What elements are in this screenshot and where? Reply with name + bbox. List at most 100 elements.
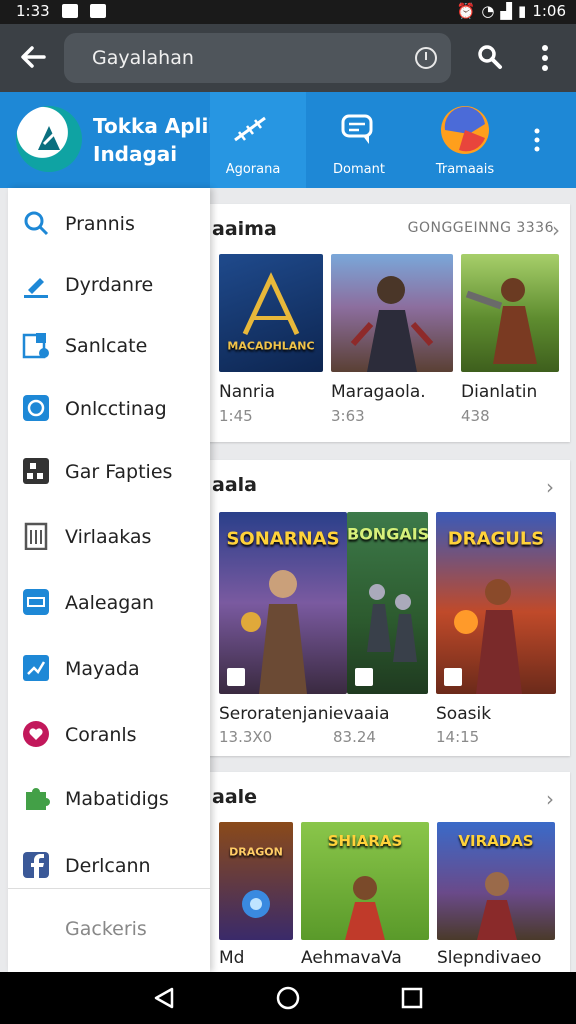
search-bar[interactable] [64, 33, 451, 83]
game-name[interactable]: Md [219, 948, 244, 968]
drawer-item-label: Gar Fapties [65, 461, 173, 483]
more-options-icon[interactable] [533, 128, 541, 152]
heart-icon [23, 721, 49, 747]
drawer-item-mayada[interactable]: Mayada [8, 638, 210, 698]
search-icon [24, 211, 49, 236]
hero-art-icon [465, 278, 537, 364]
chat-icon [341, 114, 373, 144]
game-tile[interactable]: BONGAIS [347, 512, 428, 694]
circle-badge-icon [23, 395, 49, 421]
tile-title: MACADHLANC [227, 339, 315, 353]
drawer-item-label: Aaleagan [65, 592, 154, 614]
game-size: 83.24 [333, 728, 376, 746]
game-tile[interactable]: MACADHLANC [219, 254, 323, 372]
back-triangle-icon[interactable] [152, 986, 176, 1010]
emblem-icon [242, 272, 300, 336]
drawer-item-coranls[interactable]: Coranls [8, 704, 210, 764]
drawer-item-label: Mayada [65, 658, 140, 680]
device-icon [22, 333, 49, 359]
search-input[interactable] [92, 46, 392, 70]
game-name[interactable]: Dianlatin [461, 382, 537, 402]
drawer-footer-item[interactable]: Gackeris [65, 918, 147, 940]
system-nav-bar [0, 972, 576, 1024]
game-tile[interactable]: SONARNAS [219, 512, 347, 694]
warrior-art-icon [350, 276, 434, 372]
drawer-item-sanlcate[interactable]: Sanlcate [8, 315, 210, 375]
game-name[interactable]: Slepndivaeo [437, 948, 541, 968]
puzzle-icon [26, 788, 50, 810]
more-options-icon[interactable] [540, 44, 550, 72]
drawer-item-aaleagan[interactable]: Aaleagan [8, 572, 210, 632]
tab-label: Agorana [225, 162, 281, 177]
game-size: 3:63 [331, 407, 365, 425]
drawer-item-label: Sanlcate [65, 335, 148, 357]
document-icon [24, 522, 48, 550]
chevron-right-icon[interactable]: › [552, 218, 560, 242]
game-tile[interactable]: DRAGON [219, 822, 293, 940]
game-name[interactable]: AehmavaVa [301, 948, 402, 968]
game-tile[interactable]: DRAGULS [436, 512, 556, 694]
history-icon[interactable] [415, 47, 437, 69]
game-size: 13.3X0 [219, 728, 273, 746]
game-name[interactable]: Seroratenjani [219, 704, 333, 724]
tab-tramaais[interactable]: Tramaais [410, 92, 520, 188]
battery-icon: ▮ [518, 2, 527, 20]
tile-title: SHIARAS [327, 831, 403, 850]
game-size: 438 [461, 407, 490, 425]
drawer-item-label: Onlcctinag [65, 398, 167, 420]
tile-title: SONARNAS [226, 528, 340, 550]
back-arrow-icon[interactable] [16, 40, 50, 74]
drawer-item-virlaakas[interactable]: Virlaakas [8, 506, 210, 566]
see-more-link[interactable]: GONGGEINNG 3336 [408, 220, 554, 236]
tab-domant[interactable]: Domant [304, 92, 414, 188]
chevron-right-icon[interactable]: › [546, 475, 554, 499]
game-size: 14:15 [436, 728, 480, 746]
signal-icon: ▟ [500, 2, 513, 20]
section-title: aala [212, 474, 257, 496]
drawer-item-onlcctinag[interactable]: Onlcctinag [8, 378, 210, 438]
section-title: aale [212, 786, 258, 808]
orb-art-icon [242, 890, 270, 918]
drawer-item-label: Mabatidigs [65, 788, 169, 810]
app-header: Tokka Aplikasi Indagai Agorana Domant Tr… [0, 92, 576, 188]
game-section: aala › SONARNAS BONGAIS DRAGULS Serorate… [200, 460, 570, 756]
recents-square-icon[interactable] [400, 986, 424, 1010]
alarm-icon: ⏰ [456, 2, 476, 20]
game-name[interactable]: Maragaola. [331, 382, 426, 402]
game-name[interactable]: Nanria [219, 382, 275, 402]
game-section: aaima GONGGEINNG 3336 › MACADHLANC Nanri… [200, 204, 570, 442]
chart-icon [23, 655, 49, 681]
chevron-right-icon[interactable]: › [546, 787, 554, 811]
drawer-item-derlcann[interactable]: Derlcann [8, 835, 210, 895]
status-bar: 1:33 ⏰ ◔ ▟ ▮ 1:06 [0, 0, 576, 24]
section-title: aaima [212, 218, 277, 240]
tab-label: Tramaais [435, 162, 495, 177]
publisher-badge [355, 668, 373, 686]
search-icon[interactable] [477, 44, 503, 70]
logo-emblem-icon [38, 126, 60, 150]
tab-agorana[interactable]: Agorana [198, 92, 308, 188]
edit-icon [24, 278, 48, 298]
grid-icon [23, 458, 49, 484]
status-time-right: 1:06 [532, 2, 566, 20]
drawer-item-mabatidigs[interactable]: Mabatidigs [8, 768, 210, 828]
tab-label: Domant [333, 162, 385, 177]
drawer-item-prannis[interactable]: Prannis [8, 193, 210, 253]
navigation-drawer: Prannis Dyrdanre Sanlcate Onlcctinag Gar… [8, 188, 210, 972]
drawer-item-gar-fapties[interactable]: Gar Fapties [8, 441, 210, 501]
game-tile[interactable]: SHIARAS [301, 822, 429, 940]
tile-title: VIRADAS [458, 831, 534, 850]
game-tile[interactable]: VIRADAS [437, 822, 555, 940]
game-name[interactable]: Soasik [436, 704, 491, 724]
game-name[interactable]: evaaia [333, 704, 390, 724]
game-tile[interactable] [331, 254, 453, 372]
game-size: 1:45 [219, 407, 253, 425]
drawer-item-label: Dyrdanre [65, 274, 154, 296]
facebook-icon [23, 852, 49, 878]
game-tile[interactable] [461, 254, 559, 372]
home-circle-icon[interactable] [276, 986, 300, 1010]
drawer-item-label: Derlcann [65, 855, 151, 877]
globe-icon [441, 106, 489, 154]
game-section: aale › DRAGON SHIARAS VIRADAS Md Aehmava… [200, 772, 570, 972]
drawer-item-dyrdanre[interactable]: Dyrdanre [8, 254, 210, 314]
